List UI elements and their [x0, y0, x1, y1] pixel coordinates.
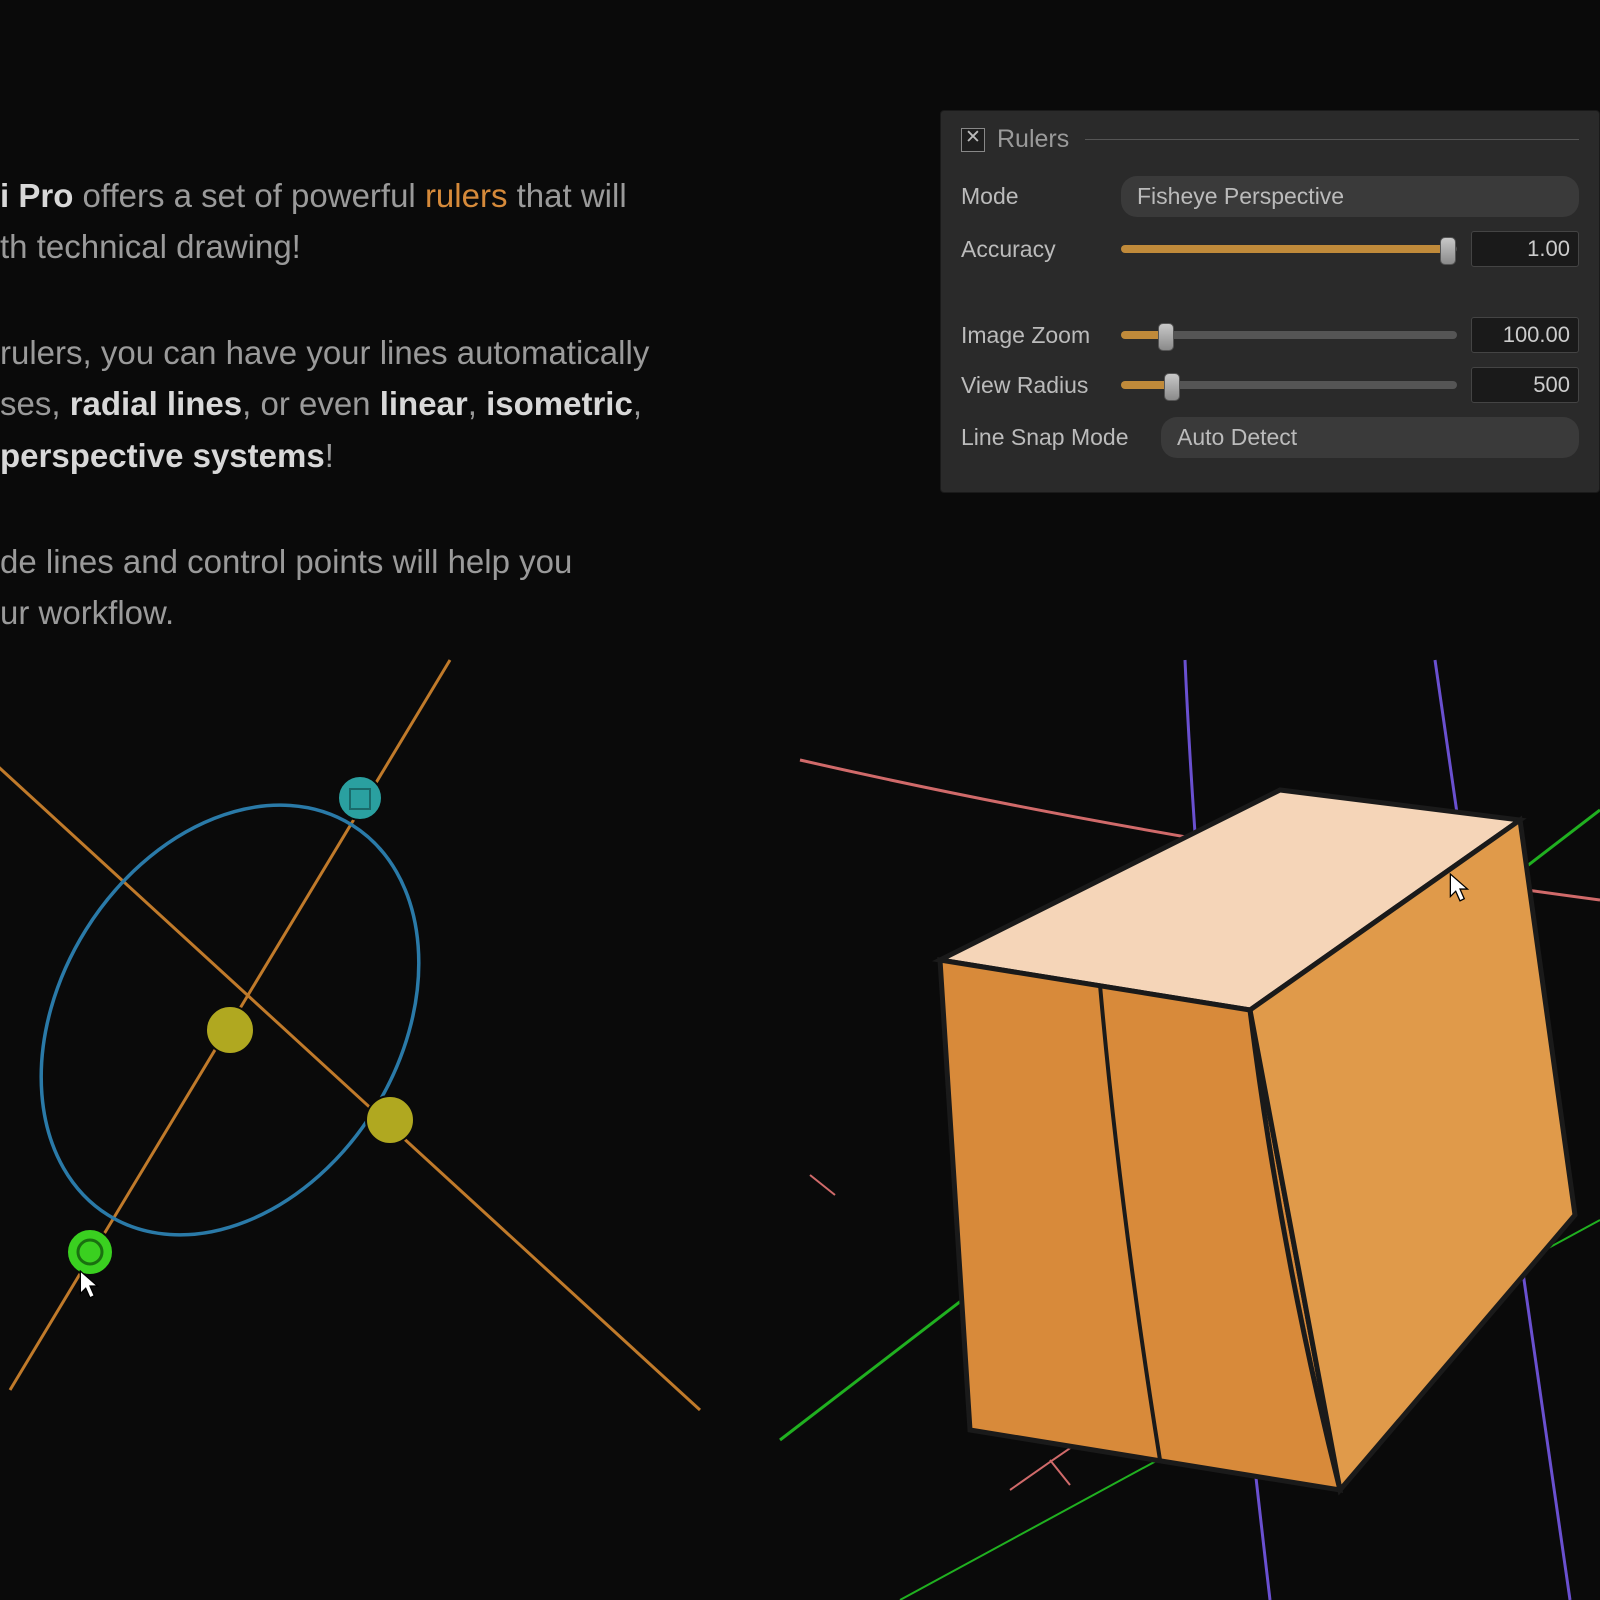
accuracy-input[interactable]: 1.00 [1471, 231, 1579, 267]
rulers-panel: Rulers Mode Fisheye Perspective Accuracy… [940, 110, 1600, 493]
zoom-label: Image Zoom [961, 322, 1121, 349]
description-text: i Pro offers a set of powerful rulers th… [0, 170, 750, 693]
mode-label: Mode [961, 183, 1121, 210]
snap-value: Auto Detect [1177, 424, 1297, 450]
accuracy-slider[interactable] [1121, 245, 1457, 253]
radius-input[interactable]: 500 [1471, 367, 1579, 403]
snap-label: Line Snap Mode [961, 424, 1161, 451]
panel-divider [1085, 139, 1579, 140]
zoom-input[interactable]: 100.00 [1471, 317, 1579, 353]
keyword-rulers: rulers [425, 177, 508, 214]
zoom-slider[interactable] [1121, 331, 1457, 339]
panel-toggle-checkbox[interactable] [961, 128, 985, 152]
accuracy-label: Accuracy [961, 236, 1121, 263]
product-name: i Pro [0, 177, 73, 214]
panel-title: Rulers [997, 125, 1069, 154]
radius-slider[interactable] [1121, 381, 1457, 389]
mode-dropdown[interactable]: Fisheye Perspective [1121, 176, 1579, 217]
mode-value: Fisheye Perspective [1137, 183, 1344, 209]
snap-dropdown[interactable]: Auto Detect [1161, 417, 1579, 458]
radius-label: View Radius [961, 372, 1121, 399]
